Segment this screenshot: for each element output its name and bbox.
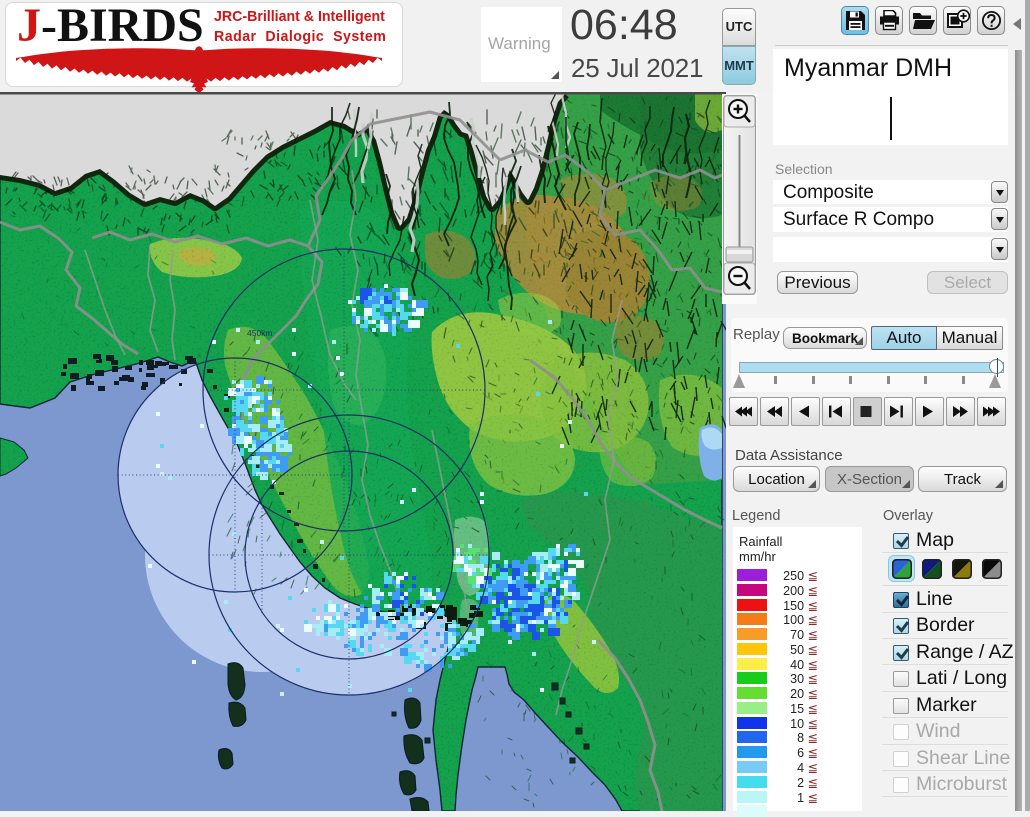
svg-text:450km: 450km [247, 328, 273, 338]
